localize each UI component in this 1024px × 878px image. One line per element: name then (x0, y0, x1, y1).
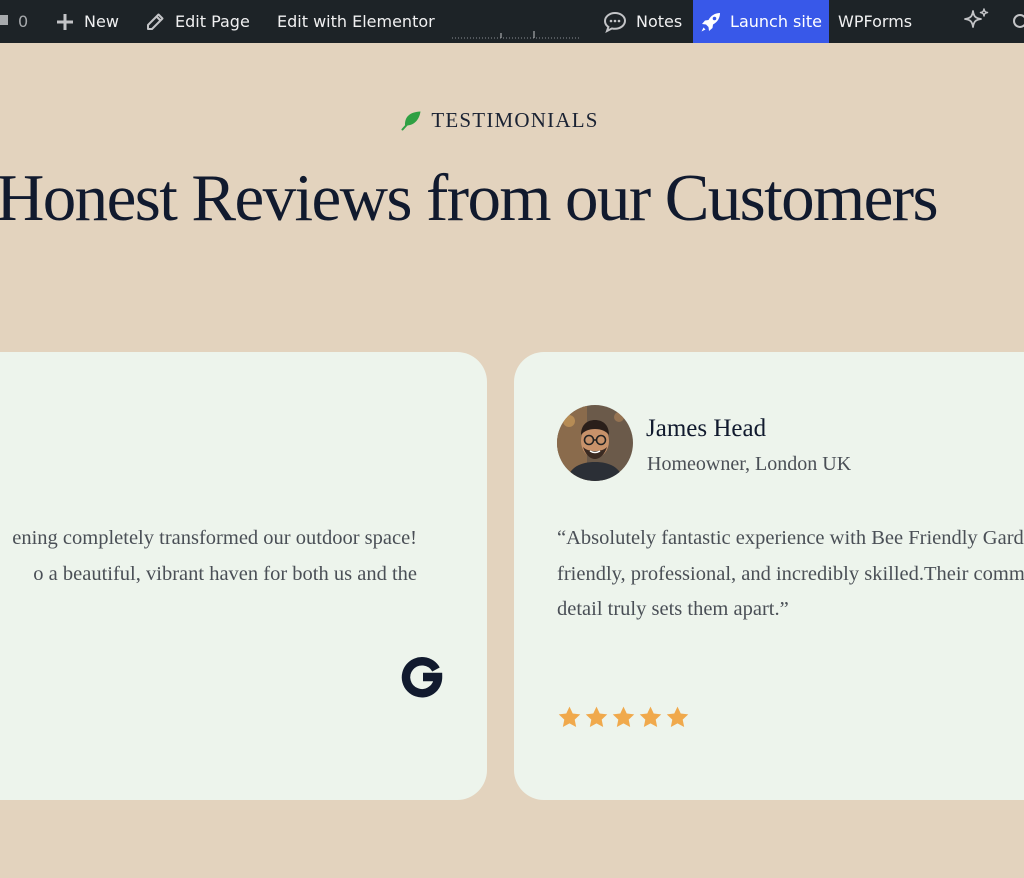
wpforms-menu[interactable]: WPForms (838, 0, 912, 43)
star-icon (558, 706, 581, 727)
section-eyebrow: TESTIMONIALS (0, 108, 1000, 133)
notes-icon (603, 11, 627, 33)
section-title: Honest Reviews from our Customers (0, 161, 939, 235)
reviewer-name: James Head (646, 415, 767, 442)
avatar (557, 405, 633, 481)
star-icon (639, 706, 662, 727)
ai-assistant-button[interactable] (960, 0, 992, 43)
new-label: New (84, 12, 119, 31)
comments-menu[interactable]: 0 (0, 0, 28, 43)
leaf-icon (401, 111, 421, 131)
quote-line: friendly, professional, and incredibly s… (557, 562, 1024, 585)
sparkle-icon (964, 7, 989, 28)
star-icon (612, 706, 635, 727)
activity-sparkline (452, 0, 580, 43)
quote-line: “Absolutely fantastic experience with Be… (557, 527, 1024, 549)
search-button[interactable] (1011, 0, 1024, 43)
quote-line: ening completely transformed our outdoor… (12, 527, 417, 549)
testimonial-quote: “Absolutely fantastic experience with Be… (557, 521, 1024, 628)
comment-icon (0, 14, 8, 25)
wpforms-label: WPForms (838, 12, 913, 31)
star-rating (557, 705, 690, 730)
reviewer-role: Homeowner, London UK (647, 453, 852, 475)
notes-label: Notes (636, 12, 683, 31)
pencil-icon (147, 13, 164, 30)
eyebrow-text: TESTIMONIALS (431, 108, 599, 132)
star-icon (585, 706, 608, 727)
quote-line: detail truly sets them apart.” (557, 598, 789, 620)
edit-with-elementor-link[interactable]: Edit with Elementor (277, 0, 435, 43)
notes-menu[interactable]: Notes (603, 0, 682, 43)
testimonial-card: ening completely transformed our outdoor… (0, 352, 487, 800)
rocket-icon (701, 12, 721, 31)
launch-site-button[interactable]: Launch site (693, 0, 829, 43)
admin-bar: 0 New Edit Page Edit with Elementor Note… (0, 0, 1024, 43)
plus-icon (57, 13, 73, 30)
testimonial-quote: ening completely transformed our outdoor… (12, 521, 417, 592)
star-icon (666, 706, 689, 727)
edit-page-link[interactable]: Edit Page (145, 0, 250, 43)
edit-page-label: Edit Page (175, 12, 250, 31)
testimonial-card: James Head Homeowner, London UK “Absolut… (514, 352, 1024, 800)
edit-elementor-label: Edit with Elementor (277, 12, 435, 31)
new-content-menu[interactable]: New (56, 0, 119, 43)
launch-label: Launch site (730, 12, 822, 31)
comments-count: 0 (18, 12, 29, 31)
google-icon (401, 657, 443, 698)
search-icon (1013, 13, 1024, 28)
quote-line: o a beautiful, vibrant haven for both us… (33, 562, 417, 585)
